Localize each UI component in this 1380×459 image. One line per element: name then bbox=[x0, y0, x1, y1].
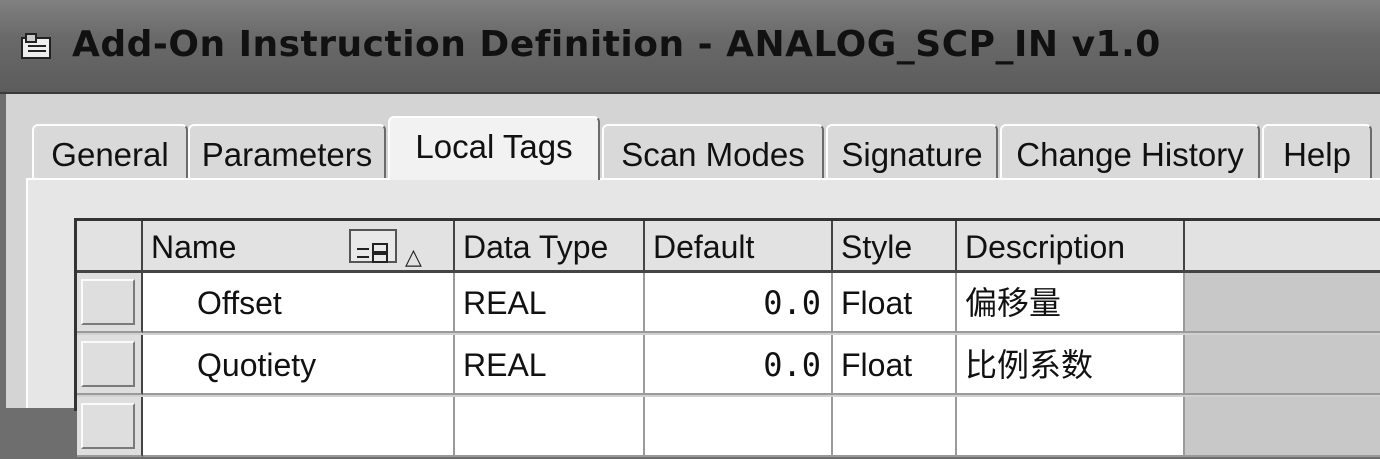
row-filler bbox=[1185, 335, 1380, 395]
row-header-corner[interactable] bbox=[77, 221, 143, 273]
column-header-name[interactable]: Name △ bbox=[143, 221, 455, 273]
tab-change-history[interactable]: Change History bbox=[1000, 124, 1260, 178]
tab-help[interactable]: Help bbox=[1262, 124, 1372, 178]
data-type-cell[interactable]: REAL bbox=[455, 335, 645, 395]
style-cell[interactable] bbox=[833, 397, 957, 457]
tags-grid: Name △ Data Type Default Style Descripti… bbox=[74, 218, 1380, 457]
description-cell[interactable]: 偏移量 bbox=[957, 273, 1185, 333]
aoi-definition-icon bbox=[21, 33, 51, 59]
row-selector[interactable] bbox=[77, 397, 143, 457]
column-header-description[interactable]: Description bbox=[957, 221, 1185, 273]
style-cell[interactable]: Float bbox=[833, 335, 957, 395]
tag-name-cell[interactable]: Quotiety bbox=[143, 335, 455, 395]
default-cell[interactable]: 0.0 bbox=[645, 335, 833, 395]
row-selector[interactable] bbox=[77, 273, 143, 333]
column-header-data-type[interactable]: Data Type bbox=[455, 221, 645, 273]
column-header-name-label: Name bbox=[151, 229, 237, 265]
tab-local-tags[interactable]: Local Tags bbox=[388, 116, 600, 180]
column-header-filler bbox=[1185, 221, 1380, 273]
row-filler bbox=[1185, 273, 1380, 333]
tag-name-cell[interactable]: Offset bbox=[143, 273, 455, 333]
local-tags-panel: Name △ Data Type Default Style Descripti… bbox=[26, 180, 1380, 457]
style-cell[interactable]: Float bbox=[833, 273, 957, 333]
description-cell[interactable]: 比例系数 bbox=[957, 335, 1185, 395]
window-title: Add-On Instruction Definition - ANALOG_S… bbox=[72, 24, 1161, 65]
table-row[interactable]: Offset REAL 0.0 Float 偏移量 bbox=[77, 273, 1380, 335]
title-bar[interactable]: Add-On Instruction Definition - ANALOG_S… bbox=[0, 0, 1380, 94]
column-filter-icon[interactable] bbox=[349, 229, 397, 263]
data-type-cell[interactable]: REAL bbox=[455, 273, 645, 333]
grid-header: Name △ Data Type Default Style Descripti… bbox=[77, 221, 1380, 277]
table-row-partial[interactable] bbox=[77, 397, 1380, 459]
column-header-default[interactable]: Default bbox=[645, 221, 833, 273]
description-cell[interactable] bbox=[957, 397, 1185, 457]
tab-parameters[interactable]: Parameters bbox=[188, 124, 386, 178]
row-filler bbox=[1185, 397, 1380, 457]
default-cell[interactable] bbox=[645, 397, 833, 457]
row-selector[interactable] bbox=[77, 335, 143, 395]
tab-general[interactable]: General bbox=[32, 124, 188, 178]
tag-name-cell[interactable] bbox=[143, 397, 455, 457]
table-row[interactable]: Quotiety REAL 0.0 Float 比例系数 bbox=[77, 335, 1380, 397]
column-header-style[interactable]: Style bbox=[833, 221, 957, 273]
tab-signature[interactable]: Signature bbox=[826, 124, 998, 178]
default-cell[interactable]: 0.0 bbox=[645, 273, 833, 333]
dialog-body: General Parameters Local Tags Scan Modes… bbox=[6, 94, 1380, 457]
data-type-cell[interactable] bbox=[455, 397, 645, 457]
tab-scan-modes[interactable]: Scan Modes bbox=[602, 124, 824, 178]
tab-strip: General Parameters Local Tags Scan Modes… bbox=[32, 116, 1380, 182]
